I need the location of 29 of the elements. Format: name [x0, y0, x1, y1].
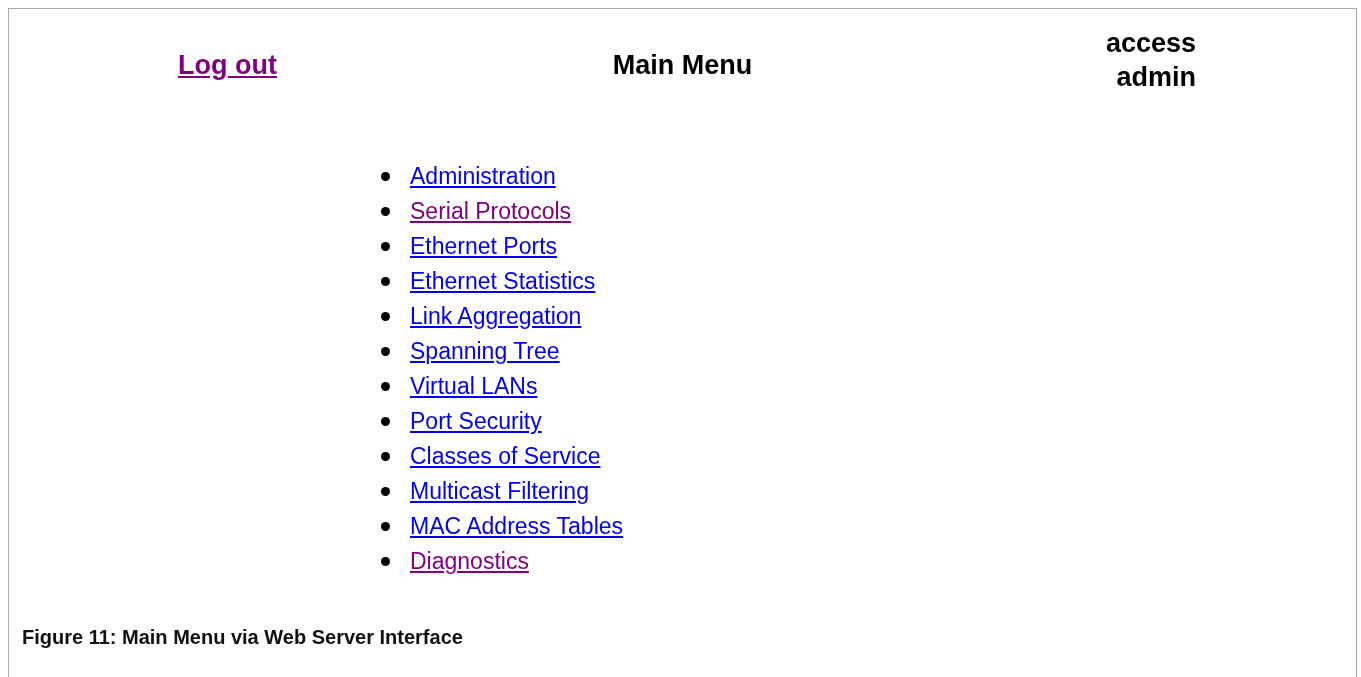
- bullet-icon: [381, 522, 390, 531]
- bullet-icon: [381, 487, 390, 496]
- bullet-icon: [381, 312, 390, 321]
- menu-link[interactable]: Virtual LANs: [410, 373, 538, 400]
- bullet-icon: [381, 242, 390, 251]
- logout-link[interactable]: Log out: [178, 49, 277, 89]
- menu-link[interactable]: Diagnostics: [410, 548, 529, 575]
- page-title: Main Menu: [612, 49, 753, 82]
- menu-link[interactable]: Administration: [410, 163, 556, 190]
- menu-link[interactable]: Ethernet Ports: [410, 233, 558, 260]
- menu-link[interactable]: Classes of Service: [410, 443, 601, 470]
- access-level: admin: [1116, 61, 1196, 94]
- access-label: access: [1105, 27, 1196, 60]
- bullet-icon: [381, 347, 390, 356]
- menu-link[interactable]: Spanning Tree: [410, 338, 560, 365]
- menu-link[interactable]: Multicast Filtering: [410, 478, 589, 505]
- figure-caption: Figure 11: Main Menu via Web Server Interface: [22, 626, 463, 649]
- bullet-icon: [381, 452, 390, 461]
- bullet-icon: [381, 172, 390, 181]
- bullet-icon: [381, 207, 390, 216]
- bullet-icon: [381, 382, 390, 391]
- bullet-icon: [381, 557, 390, 566]
- menu-link[interactable]: MAC Address Tables: [410, 513, 624, 540]
- menu-link[interactable]: Link Aggregation: [410, 303, 582, 330]
- menu-link[interactable]: Ethernet Statistics: [410, 268, 596, 295]
- bullet-icon: [381, 277, 390, 286]
- menu-link[interactable]: Serial Protocols: [410, 198, 572, 225]
- bullet-icon: [381, 417, 390, 426]
- menu-link[interactable]: Port Security: [410, 408, 542, 435]
